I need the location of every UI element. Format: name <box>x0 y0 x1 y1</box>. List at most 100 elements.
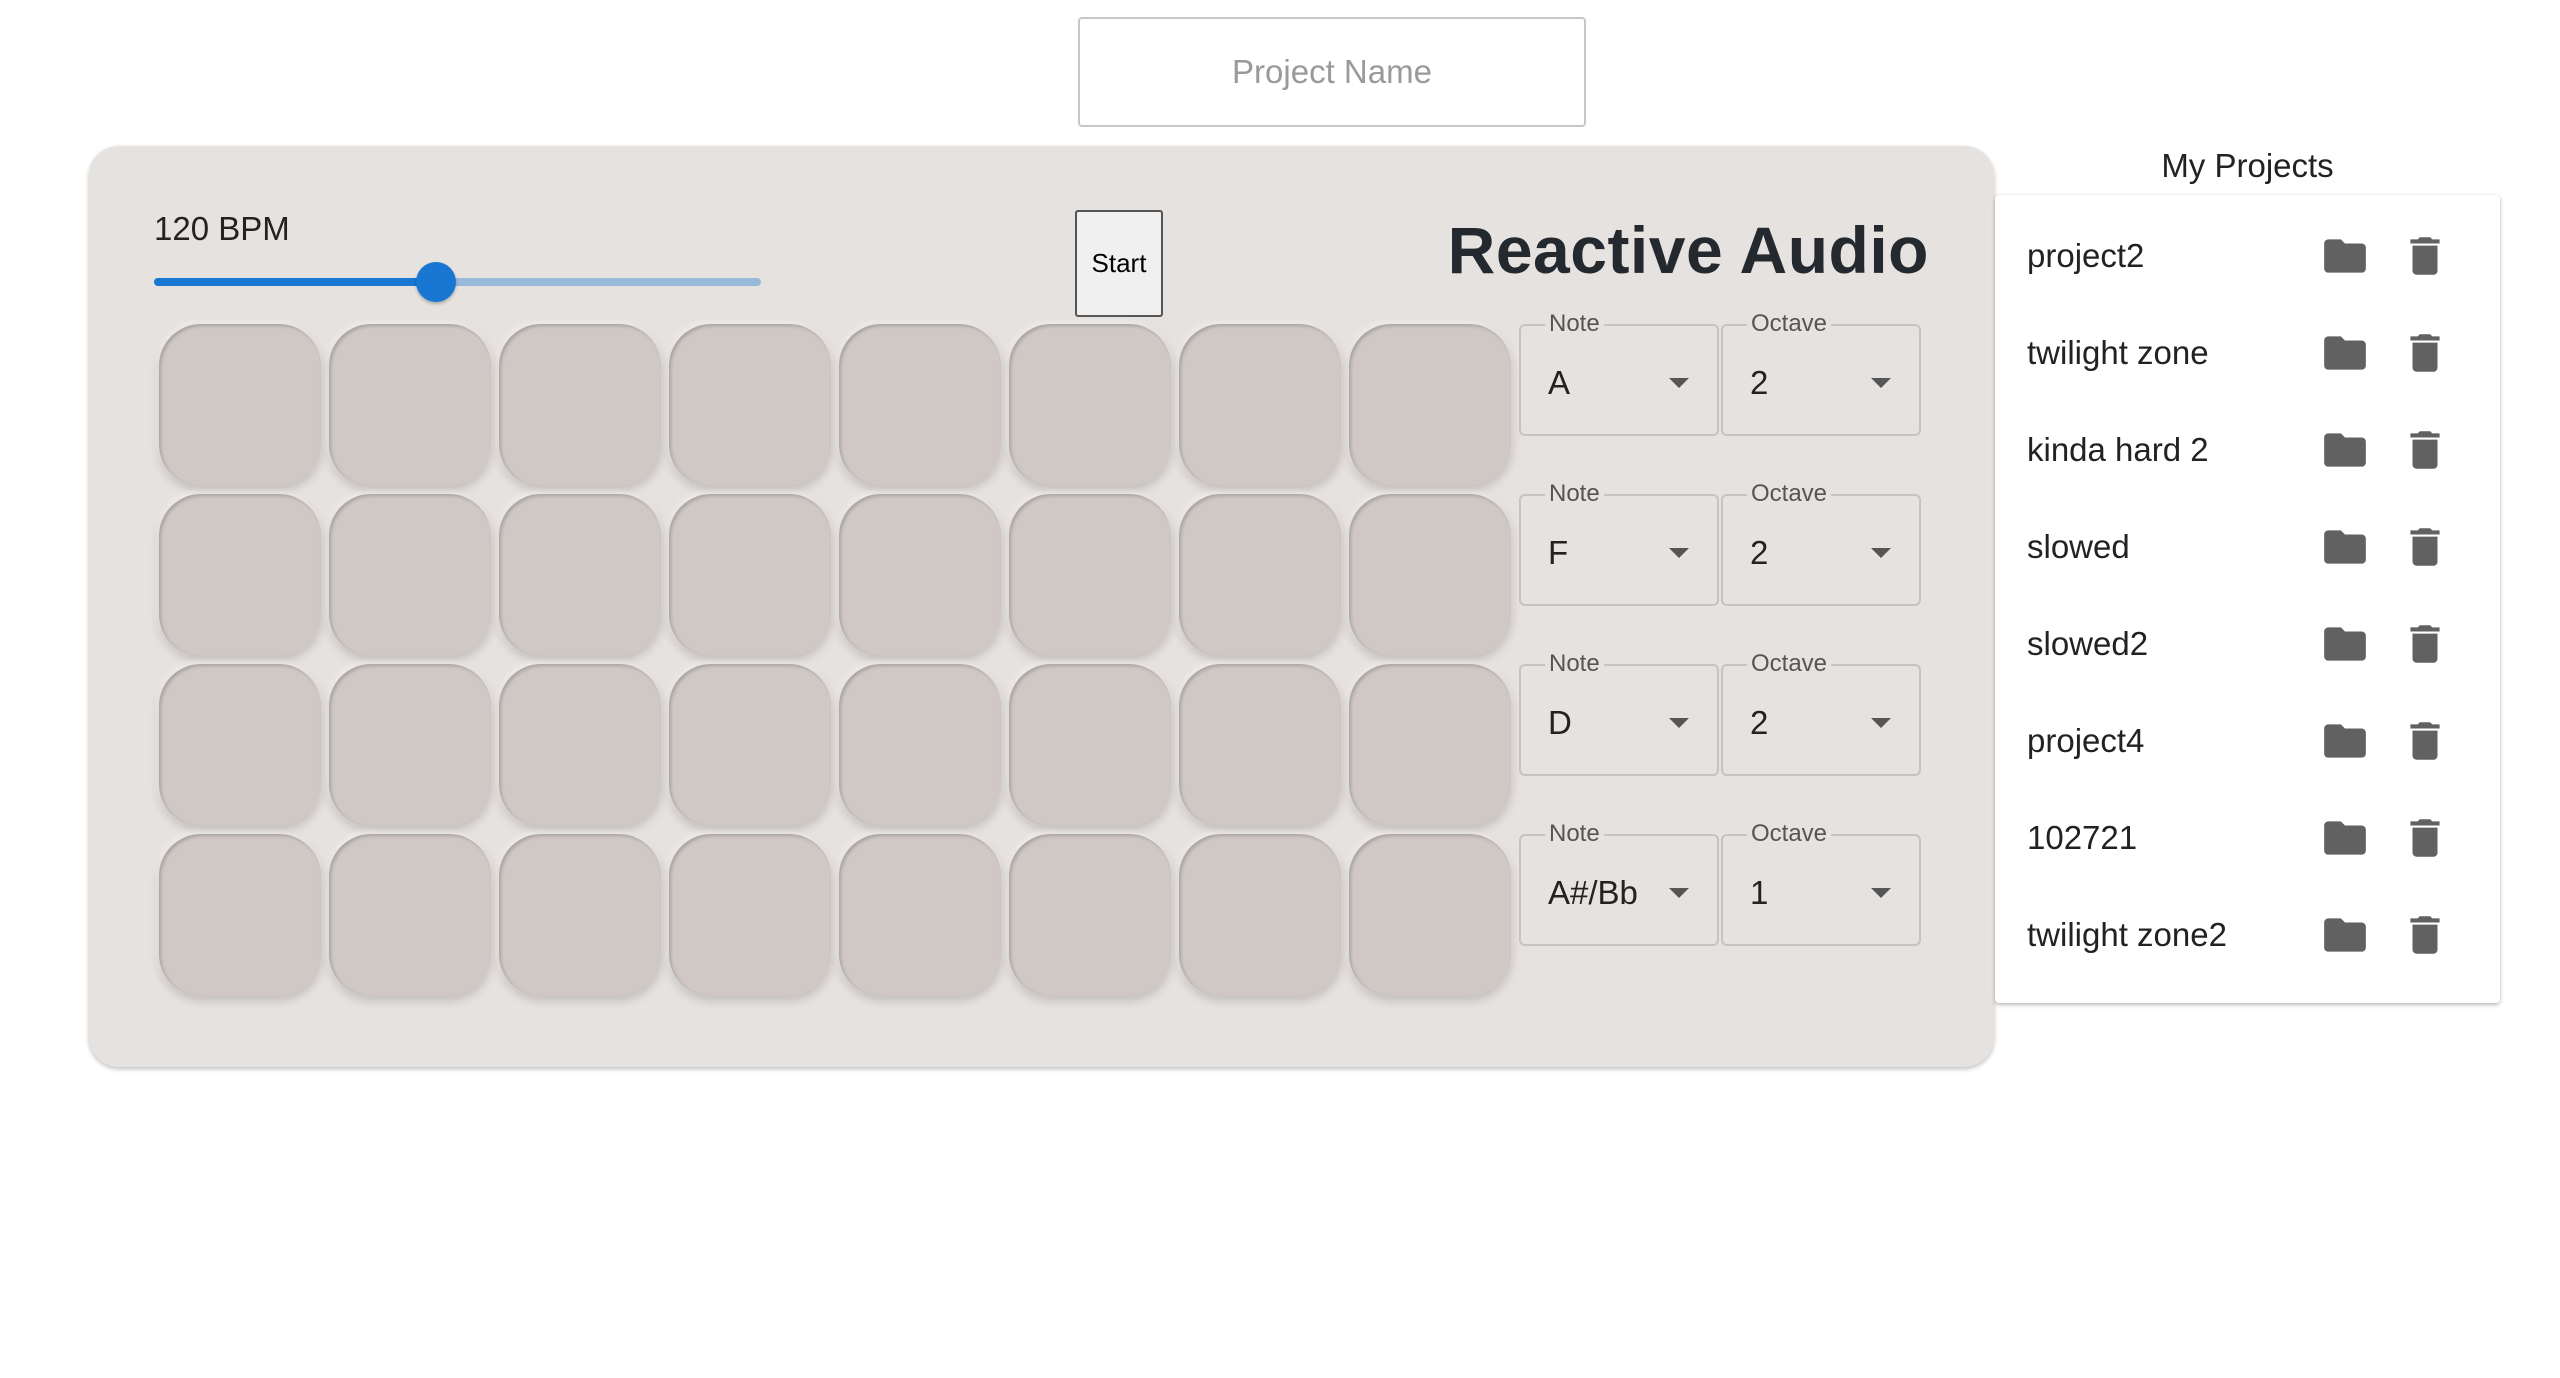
step-pad[interactable] <box>159 834 321 996</box>
dropdown-arrow-icon <box>1871 378 1891 388</box>
trash-icon[interactable] <box>2400 231 2450 281</box>
note-select-value: F <box>1548 534 1569 571</box>
step-pad[interactable] <box>1349 664 1511 826</box>
sequencer-panel: 120 BPM Start Reactive Audio Note A Octave… <box>89 146 1994 1067</box>
note-select[interactable]: Note A <box>1519 310 1719 436</box>
step-pad[interactable] <box>669 834 831 996</box>
dropdown-arrow-icon <box>1871 548 1891 558</box>
row-controls-2: Note F Octave 2 <box>1519 480 1924 606</box>
step-pad[interactable] <box>329 324 491 486</box>
step-pad[interactable] <box>329 834 491 996</box>
step-pad[interactable] <box>839 664 1001 826</box>
project-item: slowed2 <box>1995 595 2500 692</box>
project-label: kinda hard 2 <box>2027 431 2209 468</box>
note-select[interactable]: Note F <box>1519 480 1719 606</box>
step-pad[interactable] <box>499 324 661 486</box>
step-pad[interactable] <box>839 494 1001 656</box>
octave-select[interactable]: Octave 2 <box>1721 310 1921 436</box>
step-pad[interactable] <box>1009 664 1171 826</box>
step-pad[interactable] <box>499 494 661 656</box>
step-pad[interactable] <box>499 664 661 826</box>
octave-select-value: 2 <box>1750 704 1769 741</box>
start-button[interactable]: Start <box>1075 210 1163 317</box>
project-item: twilight zone2 <box>1995 886 2500 983</box>
projects-list: project2 twilight zone kinda hard 2 slowed s… <box>1995 195 2500 1003</box>
step-pad[interactable] <box>159 494 321 656</box>
step-pad[interactable] <box>1349 324 1511 486</box>
folder-icon[interactable] <box>2320 522 2370 572</box>
dropdown-arrow-icon <box>1669 378 1689 388</box>
octave-select[interactable]: Octave 2 <box>1721 650 1921 776</box>
trash-icon[interactable] <box>2400 910 2450 960</box>
app-root: 120 BPM Start Reactive Audio Note A Octave… <box>0 0 2560 1378</box>
project-name-input[interactable] <box>1078 17 1586 127</box>
octave-select[interactable]: Octave 1 <box>1721 820 1921 946</box>
trash-icon[interactable] <box>2400 716 2450 766</box>
step-pad[interactable] <box>839 834 1001 996</box>
projects-title: My Projects <box>2161 147 2334 184</box>
trash-icon[interactable] <box>2400 328 2450 378</box>
step-pad[interactable] <box>329 494 491 656</box>
step-pad[interactable] <box>1179 834 1341 996</box>
folder-icon[interactable] <box>2320 910 2370 960</box>
folder-icon[interactable] <box>2320 328 2370 378</box>
step-pad[interactable] <box>1009 834 1171 996</box>
note-select-value: A <box>1548 364 1571 401</box>
slider-track <box>154 278 437 286</box>
step-pad[interactable] <box>1009 494 1171 656</box>
step-pad[interactable] <box>1349 494 1511 656</box>
bpm-label: 120 BPM <box>154 210 290 247</box>
step-pad[interactable] <box>1179 664 1341 826</box>
trash-icon[interactable] <box>2400 813 2450 863</box>
note-select[interactable]: Note A#/Bb <box>1519 820 1719 946</box>
octave-select-label: Octave <box>1747 820 1832 848</box>
octave-select-label: Octave <box>1747 650 1832 678</box>
project-item: twilight zone <box>1995 304 2500 401</box>
project-label: slowed <box>2027 528 2130 565</box>
bpm-slider[interactable] <box>154 262 761 304</box>
note-select-value: A#/Bb <box>1548 874 1638 911</box>
octave-select-value: 1 <box>1750 874 1769 911</box>
note-select-label: Note <box>1545 310 1604 338</box>
trash-icon[interactable] <box>2400 619 2450 669</box>
step-pad[interactable] <box>839 324 1001 486</box>
row-controls-4: Note A#/Bb Octave 1 <box>1519 820 1924 946</box>
folder-icon[interactable] <box>2320 619 2370 669</box>
octave-select-label: Octave <box>1747 480 1832 508</box>
project-label: slowed2 <box>2027 625 2149 662</box>
step-pad[interactable] <box>499 834 661 996</box>
folder-icon[interactable] <box>2320 231 2370 281</box>
dropdown-arrow-icon <box>1871 888 1891 898</box>
project-label: twilight zone2 <box>2027 916 2227 953</box>
octave-select-value: 2 <box>1750 364 1769 401</box>
dropdown-arrow-icon <box>1669 888 1689 898</box>
note-select-label: Note <box>1545 480 1604 508</box>
step-pad[interactable] <box>159 324 321 486</box>
project-item: kinda hard 2 <box>1995 401 2500 498</box>
dropdown-arrow-icon <box>1669 718 1689 728</box>
note-select-label: Note <box>1545 820 1604 848</box>
dropdown-arrow-icon <box>1871 718 1891 728</box>
step-pad[interactable] <box>159 664 321 826</box>
note-select-value: D <box>1548 704 1572 741</box>
step-pad[interactable] <box>669 494 831 656</box>
octave-select-label: Octave <box>1747 310 1832 338</box>
project-item: slowed <box>1995 498 2500 595</box>
step-pad[interactable] <box>329 664 491 826</box>
step-pad[interactable] <box>669 324 831 486</box>
step-pad[interactable] <box>1349 834 1511 996</box>
app-title: Reactive Audio <box>1447 213 1929 287</box>
project-label: project2 <box>2027 237 2145 274</box>
octave-select[interactable]: Octave 2 <box>1721 480 1921 606</box>
step-pad[interactable] <box>1179 324 1341 486</box>
slider-thumb[interactable] <box>416 262 457 302</box>
step-pad[interactable] <box>669 664 831 826</box>
folder-icon[interactable] <box>2320 716 2370 766</box>
note-select[interactable]: Note D <box>1519 650 1719 776</box>
trash-icon[interactable] <box>2400 425 2450 475</box>
trash-icon[interactable] <box>2400 522 2450 572</box>
step-pad[interactable] <box>1009 324 1171 486</box>
folder-icon[interactable] <box>2320 813 2370 863</box>
folder-icon[interactable] <box>2320 425 2370 475</box>
step-pad[interactable] <box>1179 494 1341 656</box>
